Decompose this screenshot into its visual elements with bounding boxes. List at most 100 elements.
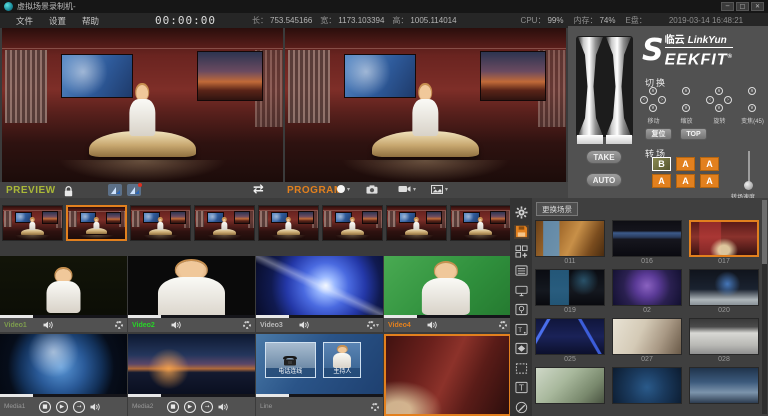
close-button[interactable]: ✕ [751, 2, 764, 11]
sidebar-icon-settings[interactable] [514, 205, 529, 219]
scene-tab[interactable]: 更换场景 [536, 202, 578, 216]
speaker-icon[interactable] [299, 321, 309, 329]
dpad-down-button[interactable]: ∨ [682, 104, 690, 112]
transition-tile-3[interactable]: A [652, 174, 671, 188]
video-source-panel-video2[interactable]: Video2 [128, 256, 255, 332]
gear-icon[interactable] [115, 321, 123, 329]
scene-item-02[interactable]: 02 [612, 269, 682, 315]
stop-button[interactable]: ■ [39, 401, 51, 413]
play-button[interactable]: ▶ [184, 401, 196, 413]
play-button[interactable]: ▶ [56, 401, 68, 413]
gear-icon[interactable]: ▾ [367, 321, 379, 329]
sidebar-icon-subtitle[interactable]: T [514, 322, 529, 336]
scene-item-020[interactable]: 020 [689, 269, 759, 315]
scene-scrollbar[interactable] [762, 200, 767, 414]
video-source-panel-video1[interactable]: Video1 [0, 256, 127, 332]
camera-angle-thumb-3[interactable] [194, 205, 255, 241]
dpad-up-button[interactable]: ∧ [748, 87, 756, 95]
camera-angle-thumb-1[interactable] [66, 205, 127, 241]
media-panel-media1[interactable]: Media1■▶→ [0, 334, 127, 416]
scene-item-025[interactable]: 025 [535, 318, 605, 364]
transition-tile-2[interactable]: A [700, 157, 719, 171]
scene-item-10[interactable] [612, 367, 682, 413]
dpad-left-button[interactable]: ‹ [706, 96, 714, 104]
camera-angle-thumb-2[interactable] [130, 205, 191, 241]
scene-item-11[interactable] [689, 367, 759, 413]
sidebar-icon-layers[interactable] [514, 342, 529, 356]
program-scene-panel[interactable] [384, 334, 511, 416]
video-source-panel-video4[interactable]: Video4 [384, 256, 511, 332]
camera-angle-thumb-6[interactable] [386, 205, 447, 241]
speaker-icon[interactable] [43, 321, 53, 329]
sidebar-icon-crop[interactable] [514, 361, 529, 375]
camera-angle-thumb-7[interactable] [450, 205, 511, 241]
media-panel-media2[interactable]: Media2■▶→ [128, 334, 255, 416]
top-button[interactable]: TOP [680, 128, 707, 140]
scene-item-027[interactable]: 027 [612, 318, 682, 364]
preview-monitor[interactable] [2, 28, 283, 182]
host-thumb[interactable]: 主持人 [323, 342, 361, 378]
minimize-button[interactable]: ─ [721, 2, 734, 11]
dpad-right-button[interactable]: › [724, 96, 732, 104]
dpad-down-button[interactable]: ∨ [748, 104, 756, 112]
camera-angle-thumb-4[interactable] [258, 205, 319, 241]
transition-tile-5[interactable]: A [700, 174, 719, 188]
take-button[interactable]: TAKE [586, 150, 622, 164]
dpad-up-button[interactable]: ∧ [715, 87, 723, 95]
slider-thumb[interactable] [744, 181, 753, 190]
menu-item-0[interactable]: 文件 [16, 15, 33, 27]
maximize-button[interactable]: □ [736, 2, 749, 11]
transition-tile-0[interactable]: B [652, 157, 671, 171]
auto-button[interactable]: AUTO [586, 173, 622, 187]
next-button[interactable]: → [201, 401, 213, 413]
scene-item-011[interactable]: 011 [535, 220, 605, 266]
sidebar-icon-list[interactable] [514, 264, 529, 278]
dpad-up-button[interactable]: ∧ [649, 87, 657, 95]
sidebar-icon-draw[interactable] [514, 400, 529, 414]
phone-call-thumb[interactable]: 电话连线 [265, 342, 316, 378]
camera-angle-thumb-5[interactable] [322, 205, 383, 241]
t-bar-left-handle[interactable] [578, 37, 603, 136]
speaker-icon[interactable] [218, 403, 228, 411]
swap-icon[interactable]: ⇄ [253, 182, 264, 197]
camera-angle-thumb-0[interactable] [2, 205, 63, 241]
transition-speed-slider[interactable] [744, 151, 754, 191]
media-panel-line[interactable]: 电话连线主持人Line [256, 334, 383, 416]
dpad-down-button[interactable]: ∨ [649, 104, 657, 112]
stop-button[interactable]: ■ [167, 401, 179, 413]
transition-tile-4[interactable]: A [676, 174, 695, 188]
dpad-right-button[interactable]: › [658, 96, 666, 104]
dpad-up-button[interactable]: ∧ [682, 87, 690, 95]
sidebar-icon-effect-light[interactable] [514, 303, 529, 317]
scene-item-028[interactable]: 028 [689, 318, 759, 364]
menu-item-2[interactable]: 帮助 [82, 15, 99, 27]
speaker-icon[interactable] [171, 321, 181, 329]
transition-effect-2-icon[interactable] [127, 184, 141, 196]
speaker-icon[interactable] [90, 403, 100, 411]
scene-item-017[interactable]: 017 [689, 220, 759, 266]
next-button[interactable]: → [73, 401, 85, 413]
t-bar-fader[interactable] [576, 36, 636, 150]
dpad-down-button[interactable]: ∨ [715, 104, 723, 112]
camcorder-icon[interactable]: ▾ [398, 185, 416, 193]
transition-effect-icon[interactable] [108, 184, 122, 196]
scene-item-019[interactable]: 019 [535, 269, 605, 315]
scene-item-9[interactable] [535, 367, 605, 413]
speaker-icon[interactable] [427, 321, 437, 329]
transition-tile-1[interactable]: A [676, 157, 695, 171]
scrollbar-thumb[interactable] [762, 200, 767, 264]
sidebar-icon-text[interactable]: T [514, 381, 529, 395]
t-bar-right-handle[interactable] [606, 37, 631, 136]
camera-snapshot-icon[interactable] [366, 185, 378, 194]
menu-item-1[interactable]: 设置 [49, 15, 66, 27]
dpad-left-button[interactable]: ‹ [640, 96, 648, 104]
gear-icon[interactable] [499, 321, 507, 329]
scene-item-016[interactable]: 016 [612, 220, 682, 266]
program-monitor[interactable] [285, 28, 566, 182]
record-icon[interactable]: ▾ [337, 185, 350, 193]
sidebar-icon-multi-window[interactable] [514, 244, 529, 258]
picture-icon[interactable]: ▾ [431, 185, 448, 194]
gear-icon[interactable] [243, 321, 251, 329]
reset-button[interactable]: 复位 [645, 128, 672, 140]
sidebar-icon-monitor[interactable] [514, 283, 529, 297]
